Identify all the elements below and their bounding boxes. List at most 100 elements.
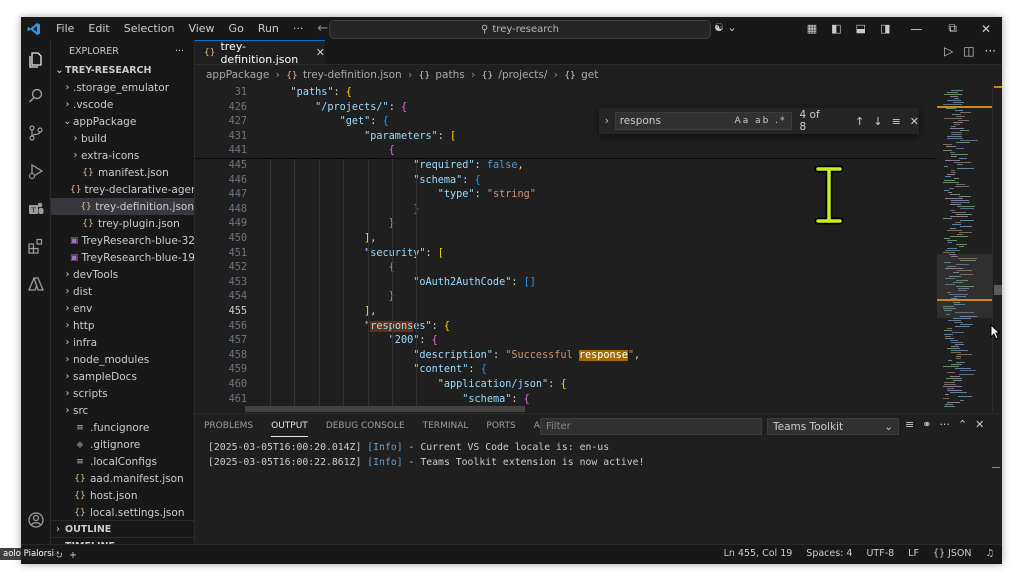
copilot-button[interactable]: ☯ ⌄ [714,21,737,34]
close-window-button[interactable]: ✕ [970,22,1002,36]
tab-terminal[interactable]: TERMINAL [414,414,478,438]
tree-item[interactable]: › dist [51,283,194,300]
menu-more[interactable]: ··· [286,22,311,35]
menu-view[interactable]: View [181,22,221,35]
vertical-scrollbar[interactable] [992,86,1002,412]
cursor-position[interactable]: Ln 455, Col 19 [724,548,793,559]
minimap[interactable] [937,86,992,412]
tab-ports[interactable]: PORTS [477,414,524,438]
customize-layout-icon[interactable]: ▦ [800,22,824,35]
scroll-thumb[interactable] [994,285,1002,295]
breadcrumb-item-paths[interactable]: paths [435,69,464,81]
breadcrumb-item-projects[interactable]: /projects/ [498,69,547,81]
run-icon[interactable]: ▷ [944,44,953,58]
close-find-icon[interactable]: ✕ [910,115,919,128]
menu-edit[interactable]: Edit [81,22,116,35]
teams-toolkit-icon[interactable]: T [26,199,46,219]
code-text: "parameters": [ [266,130,456,145]
minimap-line [944,166,948,167]
tree-item[interactable]: ◆ .gitignore [51,436,194,453]
indentation[interactable]: Spaces: 4 [806,548,852,559]
next-match-icon[interactable]: ↓ [873,115,882,128]
search-icon[interactable] [26,86,46,106]
line-ending[interactable]: LF [908,548,919,559]
find-in-selection-icon[interactable]: ≡ [892,115,901,128]
tree-item[interactable]: {} local.settings.json [51,504,194,521]
more-actions-icon[interactable]: ··· [939,418,950,431]
tree-item[interactable]: ▣ TreyResearch-blue-19... [51,249,194,266]
tree-item[interactable]: › .storage_emulator [51,79,194,96]
find-options[interactable]: Aa ab .* [735,116,787,126]
toggle-sidebar-icon[interactable]: ◧ [824,22,848,35]
tree-item[interactable]: › src [51,402,194,419]
notifications-bell-icon[interactable]: ♫ [985,548,994,559]
code-editor[interactable]: 31 "paths": {426 "/projects/": {427 "get… [195,86,935,412]
minimap-line [959,158,967,159]
explorer-more-icon[interactable]: ··· [175,46,184,57]
tab-problems[interactable]: PROBLEMS [195,414,262,438]
tree-item[interactable]: {} aad.manifest.json [51,470,194,487]
minimize-button[interactable]: — [897,22,935,36]
tab-debug-console[interactable]: DEBUG CONSOLE [317,414,414,438]
toggle-replace-icon[interactable]: › [599,115,615,127]
breadcrumb-item-apppackage[interactable]: appPackage [206,69,269,81]
tree-item[interactable]: › .vscode [51,96,194,113]
tree-item[interactable]: › scripts [51,385,194,402]
close-tab-icon[interactable]: ✕ [316,46,325,59]
azure-icon[interactable] [26,274,46,294]
word-wrap-icon[interactable]: ≡ [905,418,914,431]
breadcrumb-item-file[interactable]: trey-definition.json [303,69,402,81]
menu-go[interactable]: Go [222,22,251,35]
language-mode[interactable]: {} JSON [933,548,972,559]
tree-item[interactable]: ▣TreyResearch-blue-32.... [51,232,194,249]
tree-item[interactable]: › infra [51,334,194,351]
tree-item[interactable]: {} host.json [51,487,194,504]
tree-item[interactable]: ≡ .localConfigs [51,453,194,470]
tree-item[interactable]: ⌄ TREY-RESEARCH [51,62,194,79]
menu-selection[interactable]: Selection [117,22,182,35]
command-center[interactable]: ⚲ trey-research [329,20,711,39]
run-debug-icon[interactable] [26,161,46,181]
close-panel-icon[interactable]: ✕ [975,418,984,431]
tree-item[interactable]: › devTools [51,266,194,283]
maximize-panel-icon[interactable]: ⌃ [958,418,967,431]
output-channel-select[interactable]: Teams Toolkit ⌄ [767,418,899,435]
restore-button[interactable]: ⧉ [935,21,970,36]
tree-item[interactable]: › http [51,317,194,334]
minimap-line [951,352,961,353]
tree-item[interactable]: › extra-icons [51,147,194,164]
tree-item[interactable]: ≡ .funcignore [51,419,194,436]
split-editor-icon[interactable]: ◫ [963,44,974,58]
find-input[interactable]: respons Aa ab .* [614,112,792,130]
toggle-secondary-sidebar-icon[interactable]: ◨ [873,22,897,35]
chevron-right-icon: › [65,405,70,416]
tree-item[interactable]: ⌄ appPackage [51,113,194,130]
outline-section[interactable]: › OUTLINE [51,520,194,538]
tab-trey-definition[interactable]: {} trey-definition.json ✕ [195,40,325,66]
menu-run[interactable]: Run [251,22,286,35]
tab-output[interactable]: OUTPUT [262,414,317,438]
tree-item[interactable]: {}trey-declarative-agent... [51,181,194,198]
extensions-icon[interactable] [26,236,46,256]
tree-item[interactable]: › env [51,300,194,317]
more-actions-icon[interactable]: ··· [985,44,996,58]
breadcrumb-item-get[interactable]: get [581,69,598,81]
minimap-viewport[interactable] [937,254,992,318]
menu-file[interactable]: File [49,22,81,35]
tree-item[interactable]: › sampleDocs [51,368,194,385]
explorer-icon[interactable] [26,50,46,70]
encoding[interactable]: UTF-8 [866,548,894,559]
previous-match-icon[interactable]: ↑ [855,115,864,128]
tree-item[interactable]: {} manifest.json [51,164,194,181]
tree-item[interactable]: {} trey-definition.json [51,198,194,215]
horizontal-scrollbar[interactable] [245,406,525,412]
tree-item[interactable]: › node_modules [51,351,194,368]
toggle-panel-icon[interactable]: ⬓ [849,22,873,35]
tree-item[interactable]: › build [51,130,194,147]
source-control-icon[interactable] [26,123,46,143]
output-filter-input[interactable]: Filter [540,418,762,435]
tree-item[interactable]: {} trey-plugin.json [51,215,194,232]
add-icon[interactable]: + [69,550,77,561]
lock-icon[interactable]: ⚭ [922,418,931,431]
account-icon[interactable] [26,510,46,530]
